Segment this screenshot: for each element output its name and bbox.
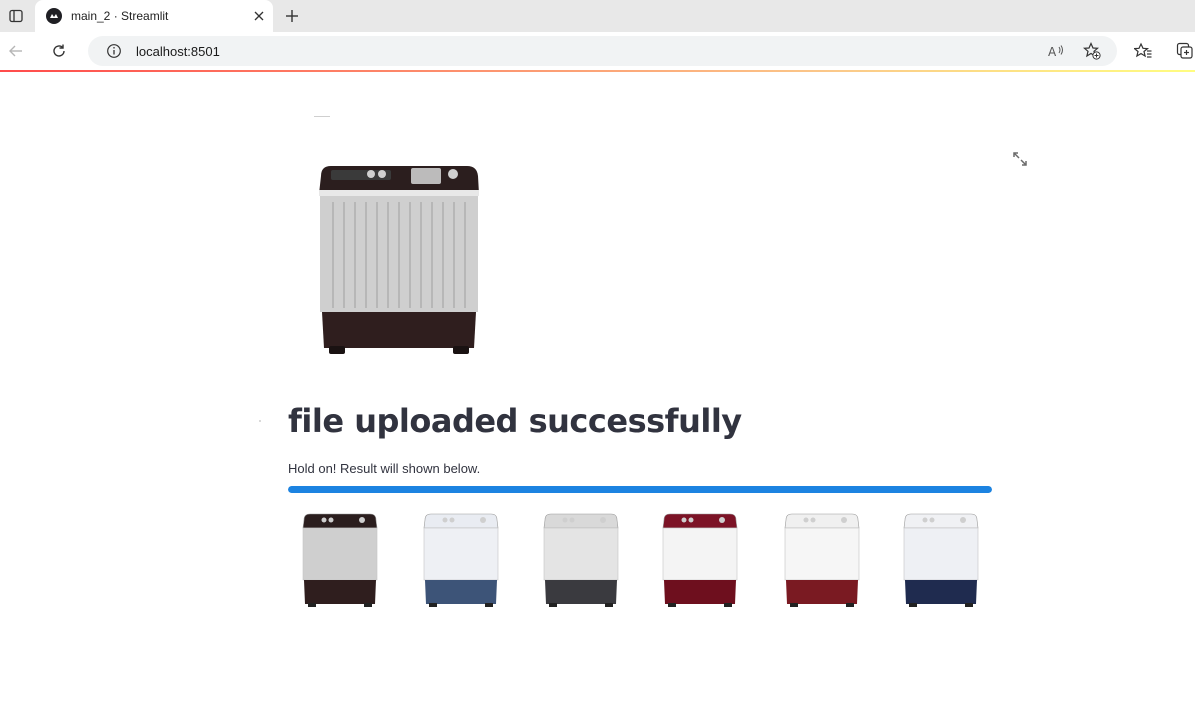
reload-icon[interactable] (47, 40, 71, 62)
tab-actions-icon[interactable] (0, 0, 32, 32)
result-washing-machine-image (901, 510, 1001, 612)
fullscreen-expand-icon[interactable] (1011, 150, 1029, 168)
read-aloud-icon[interactable]: A (1046, 41, 1066, 61)
collections-icon[interactable] (1175, 41, 1195, 61)
uploaded-washing-machine-image (313, 160, 485, 358)
result-washing-machine-image (421, 510, 521, 612)
back-arrow-icon[interactable] (4, 40, 28, 62)
site-info-icon[interactable] (106, 43, 122, 59)
page-heading: file uploaded successfully (288, 402, 742, 440)
result-washing-machine-image (541, 510, 641, 612)
browser-toolbar: localhost:8501 A (0, 32, 1195, 70)
progress-bar-fill (288, 486, 992, 493)
browser-tabstrip: main_2 · Streamlit (0, 0, 1195, 32)
streamlit-favicon-icon (46, 8, 62, 24)
results-row (288, 510, 992, 612)
decorative-dot (259, 420, 261, 422)
url-text[interactable]: localhost:8501 (136, 44, 220, 59)
result-washing-machine-image (660, 510, 760, 612)
close-icon[interactable] (251, 8, 267, 24)
add-favorite-icon[interactable] (1082, 41, 1102, 61)
browser-tab-active[interactable]: main_2 · Streamlit (35, 0, 273, 32)
result-washing-machine-image (300, 510, 400, 612)
favorites-icon[interactable] (1133, 41, 1153, 61)
result-washing-machine-image (782, 510, 882, 612)
tab-title: main_2 · Streamlit (71, 9, 169, 23)
new-tab-plus-icon[interactable] (282, 6, 302, 26)
divider (314, 116, 330, 117)
address-bar[interactable]: localhost:8501 A (88, 36, 1117, 66)
status-text: Hold on! Result will shown below. (288, 461, 481, 476)
streamlit-app: file uploaded successfully Hold on! Resu… (0, 72, 1195, 703)
svg-text:A: A (1048, 45, 1057, 59)
progress-bar (288, 486, 992, 493)
